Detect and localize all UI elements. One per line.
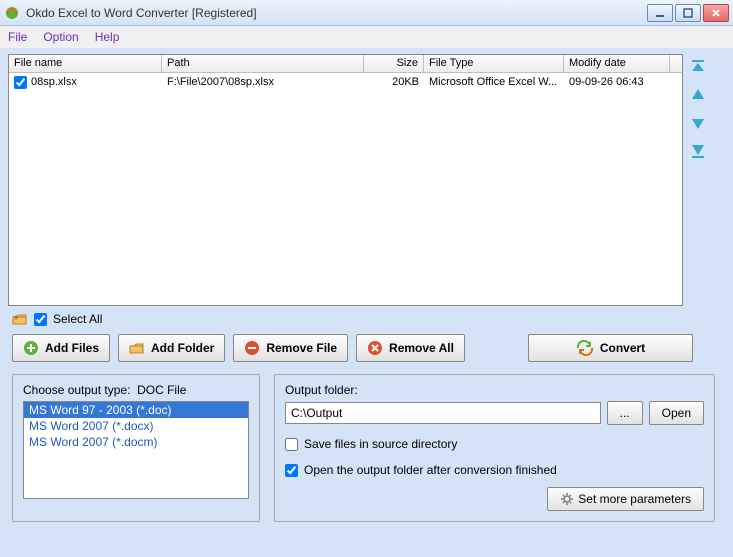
- up-folder-icon[interactable]: [12, 312, 28, 326]
- remove-all-button[interactable]: Remove All: [356, 334, 465, 362]
- table-row[interactable]: 08sp.xlsx F:\File\2007\08sp.xlsx 20KB Mi…: [9, 73, 682, 91]
- add-files-label: Add Files: [45, 341, 99, 355]
- col-size[interactable]: Size: [364, 55, 424, 72]
- open-folder-button[interactable]: Open: [649, 401, 704, 425]
- menu-file[interactable]: File: [8, 30, 27, 44]
- maximize-button[interactable]: [675, 4, 701, 22]
- action-buttons: Add Files Add Folder Remove File Remove …: [8, 334, 725, 362]
- browse-button[interactable]: ...: [607, 401, 643, 425]
- plus-icon: [23, 340, 39, 356]
- move-up-button[interactable]: [689, 86, 707, 104]
- minus-icon: [244, 340, 260, 356]
- col-spacer: [670, 55, 682, 72]
- output-folder-group: Output folder: ... Open Save files in so…: [274, 374, 715, 522]
- app-icon: [4, 5, 20, 21]
- folder-icon: [129, 341, 145, 355]
- output-folder-label: Output folder:: [285, 383, 704, 397]
- row-checkbox[interactable]: [14, 76, 27, 89]
- more-parameters-label: Set more parameters: [578, 492, 691, 506]
- save-source-checkbox[interactable]: [285, 438, 298, 451]
- close-button[interactable]: [703, 4, 729, 22]
- reorder-buttons: [689, 54, 707, 306]
- x-icon: [367, 340, 383, 356]
- open-after-label: Open the output folder after conversion …: [304, 463, 557, 477]
- cell-modifydate: 09-09-26 06:43: [564, 75, 670, 89]
- move-top-button[interactable]: [689, 58, 707, 76]
- remove-file-button[interactable]: Remove File: [233, 334, 348, 362]
- col-path[interactable]: Path: [162, 55, 364, 72]
- add-files-button[interactable]: Add Files: [12, 334, 110, 362]
- table-header: File name Path Size File Type Modify dat…: [9, 55, 682, 73]
- add-folder-label: Add Folder: [151, 341, 214, 355]
- window-controls: [647, 4, 729, 22]
- select-all-label: Select All: [53, 312, 102, 326]
- move-down-button[interactable]: [689, 114, 707, 132]
- file-list[interactable]: File name Path Size File Type Modify dat…: [8, 54, 683, 306]
- convert-icon: [576, 340, 594, 356]
- menu-option[interactable]: Option: [43, 30, 78, 44]
- convert-label: Convert: [600, 341, 645, 355]
- remove-all-label: Remove All: [389, 341, 454, 355]
- menu-help[interactable]: Help: [95, 30, 120, 44]
- format-option[interactable]: MS Word 2007 (*.docm): [24, 434, 248, 450]
- select-all-row: Select All: [8, 306, 725, 334]
- gear-icon: [560, 492, 574, 506]
- col-filetype[interactable]: File Type: [424, 55, 564, 72]
- client-area: File name Path Size File Type Modify dat…: [0, 48, 733, 530]
- add-folder-button[interactable]: Add Folder: [118, 334, 225, 362]
- format-option[interactable]: MS Word 2007 (*.docx): [24, 418, 248, 434]
- bottom-panel: Choose output type: DOC File MS Word 97 …: [8, 374, 725, 522]
- output-type-label: Choose output type: DOC File: [23, 383, 249, 397]
- menubar: File Option Help: [0, 26, 733, 48]
- cell-filename: 08sp.xlsx: [31, 76, 77, 88]
- format-option[interactable]: MS Word 97 - 2003 (*.doc): [24, 402, 248, 418]
- window-title: Okdo Excel to Word Converter [Registered…: [26, 6, 647, 20]
- output-folder-input[interactable]: [285, 402, 601, 424]
- open-after-checkbox[interactable]: [285, 464, 298, 477]
- more-parameters-button[interactable]: Set more parameters: [547, 487, 704, 511]
- titlebar: Okdo Excel to Word Converter [Registered…: [0, 0, 733, 26]
- convert-button[interactable]: Convert: [528, 334, 693, 362]
- col-modifydate[interactable]: Modify date: [564, 55, 670, 72]
- col-filename[interactable]: File name: [9, 55, 162, 72]
- cell-filetype: Microsoft Office Excel W...: [424, 75, 564, 89]
- format-listbox[interactable]: MS Word 97 - 2003 (*.doc) MS Word 2007 (…: [23, 401, 249, 499]
- move-bottom-button[interactable]: [689, 142, 707, 160]
- save-source-label: Save files in source directory: [304, 437, 457, 451]
- cell-size: 20KB: [364, 75, 424, 89]
- output-type-group: Choose output type: DOC File MS Word 97 …: [12, 374, 260, 522]
- remove-file-label: Remove File: [266, 341, 337, 355]
- cell-path: F:\File\2007\08sp.xlsx: [162, 75, 364, 89]
- select-all-checkbox[interactable]: [34, 313, 47, 326]
- minimize-button[interactable]: [647, 4, 673, 22]
